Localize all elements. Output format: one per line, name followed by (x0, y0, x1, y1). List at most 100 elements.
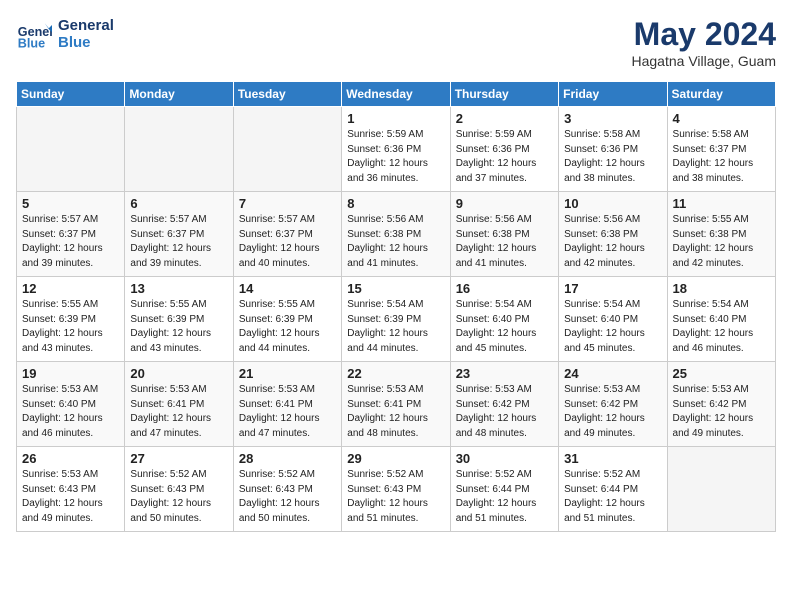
day-number: 24 (564, 366, 661, 381)
day-info: Sunrise: 5:56 AMSunset: 6:38 PMDaylight:… (347, 213, 444, 271)
logo-blue: Blue (58, 34, 114, 51)
calendar-cell: 31Sunrise: 5:52 AMSunset: 6:44 PMDayligh… (559, 447, 667, 532)
calendar-cell (17, 107, 125, 192)
calendar-cell: 22 Sunrise: 5:53 AMSunset: 6:41 PMDayligh… (342, 362, 450, 447)
day-number: 23 (456, 366, 553, 381)
calendar-cell: 9 Sunrise: 5:56 AMSunset: 6:38 PMDaylight… (450, 192, 558, 277)
calendar-cell: 27 Sunrise: 5:52 AMSunset: 6:43 PMDayligh… (125, 447, 233, 532)
day-info: Sunrise: 5:54 AMSunset: 6:39 PMDaylight:… (347, 298, 444, 356)
calendar-cell (125, 107, 233, 192)
weekday-header-wednesday: Wednesday (342, 82, 450, 107)
day-number: 17 (564, 281, 661, 296)
day-number: 30 (456, 451, 553, 466)
day-number: 7 (239, 196, 336, 211)
day-info: Sunrise: 5:57 AMSunset: 6:37 PMDaylight:… (22, 213, 119, 271)
calendar-cell: 6 Sunrise: 5:57 AMSunset: 6:37 PMDaylight… (125, 192, 233, 277)
day-number: 25 (673, 366, 770, 381)
svg-text:Blue: Blue (18, 37, 45, 51)
day-info: Sunrise: 5:55 AMSunset: 6:39 PMDaylight:… (239, 298, 336, 356)
day-info: Sunrise: 5:59 AMSunset: 6:36 PMDaylight:… (347, 128, 444, 186)
day-number: 22 (347, 366, 444, 381)
day-number: 18 (673, 281, 770, 296)
day-info: Sunrise: 5:53 AMSunset: 6:42 PMDaylight:… (673, 383, 770, 441)
calendar-week-row: 26 Sunrise: 5:53 AMSunset: 6:43 PMDayligh… (17, 447, 776, 532)
day-info: Sunrise: 5:54 AMSunset: 6:40 PMDaylight:… (564, 298, 661, 356)
day-number: 13 (130, 281, 227, 296)
day-number: 6 (130, 196, 227, 211)
calendar-cell: 3 Sunrise: 5:58 AMSunset: 6:36 PMDaylight… (559, 107, 667, 192)
day-info: Sunrise: 5:52 AMSunset: 6:43 PMDaylight:… (347, 468, 444, 526)
day-info: Sunrise: 5:59 AMSunset: 6:36 PMDaylight:… (456, 128, 553, 186)
day-number: 3 (564, 111, 661, 126)
calendar-cell: 5 Sunrise: 5:57 AMSunset: 6:37 PMDaylight… (17, 192, 125, 277)
weekday-header-sunday: Sunday (17, 82, 125, 107)
calendar-cell (233, 107, 341, 192)
day-info: Sunrise: 5:53 AMSunset: 6:41 PMDaylight:… (130, 383, 227, 441)
day-info: Sunrise: 5:57 AMSunset: 6:37 PMDaylight:… (239, 213, 336, 271)
calendar-cell: 4 Sunrise: 5:58 AMSunset: 6:37 PMDaylight… (667, 107, 775, 192)
calendar-cell: 18 Sunrise: 5:54 AMSunset: 6:40 PMDayligh… (667, 277, 775, 362)
calendar-week-row: 12 Sunrise: 5:55 AMSunset: 6:39 PMDayligh… (17, 277, 776, 362)
day-info: Sunrise: 5:52 AMSunset: 6:43 PMDaylight:… (130, 468, 227, 526)
day-info: Sunrise: 5:55 AMSunset: 6:39 PMDaylight:… (130, 298, 227, 356)
day-info: Sunrise: 5:54 AMSunset: 6:40 PMDaylight:… (673, 298, 770, 356)
day-number: 19 (22, 366, 119, 381)
calendar-cell: 20Sunrise: 5:53 AMSunset: 6:41 PMDayligh… (125, 362, 233, 447)
day-number: 11 (673, 196, 770, 211)
weekday-header-tuesday: Tuesday (233, 82, 341, 107)
day-info: Sunrise: 5:58 AMSunset: 6:37 PMDaylight:… (673, 128, 770, 186)
day-number: 26 (22, 451, 119, 466)
calendar-cell: 2 Sunrise: 5:59 AMSunset: 6:36 PMDaylight… (450, 107, 558, 192)
day-info: Sunrise: 5:56 AMSunset: 6:38 PMDaylight:… (564, 213, 661, 271)
day-info: Sunrise: 5:56 AMSunset: 6:38 PMDaylight:… (456, 213, 553, 271)
calendar-cell: 13 Sunrise: 5:55 AMSunset: 6:39 PMDayligh… (125, 277, 233, 362)
calendar-cell: 15 Sunrise: 5:54 AMSunset: 6:39 PMDayligh… (342, 277, 450, 362)
day-number: 15 (347, 281, 444, 296)
calendar-cell: 12Sunrise: 5:55 AMSunset: 6:39 PMDayligh… (17, 277, 125, 362)
day-info: Sunrise: 5:55 AMSunset: 6:38 PMDaylight:… (673, 213, 770, 271)
calendar-cell: 1Sunrise: 5:59 AMSunset: 6:36 PMDaylight… (342, 107, 450, 192)
calendar-cell: 10Sunrise: 5:56 AMSunset: 6:38 PMDayligh… (559, 192, 667, 277)
title-block: May 2024 Hagatna Village, Guam (632, 16, 777, 69)
day-number: 12 (22, 281, 119, 296)
weekday-header-friday: Friday (559, 82, 667, 107)
day-number: 2 (456, 111, 553, 126)
calendar-cell: 19Sunrise: 5:53 AMSunset: 6:40 PMDayligh… (17, 362, 125, 447)
calendar-cell: 25 Sunrise: 5:53 AMSunset: 6:42 PMDayligh… (667, 362, 775, 447)
day-info: Sunrise: 5:52 AMSunset: 6:44 PMDaylight:… (564, 468, 661, 526)
calendar-cell: 16Sunrise: 5:54 AMSunset: 6:40 PMDayligh… (450, 277, 558, 362)
day-info: Sunrise: 5:53 AMSunset: 6:41 PMDaylight:… (347, 383, 444, 441)
day-number: 27 (130, 451, 227, 466)
logo-general: General (58, 17, 114, 34)
calendar-cell: 23 Sunrise: 5:53 AMSunset: 6:42 PMDayligh… (450, 362, 558, 447)
location-subtitle: Hagatna Village, Guam (632, 53, 777, 69)
day-info: Sunrise: 5:53 AMSunset: 6:43 PMDaylight:… (22, 468, 119, 526)
day-number: 21 (239, 366, 336, 381)
calendar-cell: 21 Sunrise: 5:53 AMSunset: 6:41 PMDayligh… (233, 362, 341, 447)
calendar-cell (667, 447, 775, 532)
logo-icon: General Blue (16, 16, 52, 52)
calendar-cell: 17 Sunrise: 5:54 AMSunset: 6:40 PMDayligh… (559, 277, 667, 362)
day-number: 16 (456, 281, 553, 296)
page-header: General Blue General Blue May 2024 Hagat… (16, 16, 776, 69)
logo: General Blue General Blue (16, 16, 114, 52)
day-info: Sunrise: 5:58 AMSunset: 6:36 PMDaylight:… (564, 128, 661, 186)
day-info: Sunrise: 5:52 AMSunset: 6:43 PMDaylight:… (239, 468, 336, 526)
calendar-cell: 28Sunrise: 5:52 AMSunset: 6:43 PMDayligh… (233, 447, 341, 532)
month-title: May 2024 (632, 16, 777, 53)
calendar-cell: 30Sunrise: 5:52 AMSunset: 6:44 PMDayligh… (450, 447, 558, 532)
calendar-cell: 26 Sunrise: 5:53 AMSunset: 6:43 PMDayligh… (17, 447, 125, 532)
day-number: 14 (239, 281, 336, 296)
day-info: Sunrise: 5:53 AMSunset: 6:42 PMDaylight:… (456, 383, 553, 441)
day-number: 9 (456, 196, 553, 211)
day-number: 4 (673, 111, 770, 126)
calendar-week-row: 19Sunrise: 5:53 AMSunset: 6:40 PMDayligh… (17, 362, 776, 447)
day-info: Sunrise: 5:53 AMSunset: 6:41 PMDaylight:… (239, 383, 336, 441)
day-info: Sunrise: 5:57 AMSunset: 6:37 PMDaylight:… (130, 213, 227, 271)
calendar-week-row: 5 Sunrise: 5:57 AMSunset: 6:37 PMDaylight… (17, 192, 776, 277)
weekday-header-saturday: Saturday (667, 82, 775, 107)
weekday-header-monday: Monday (125, 82, 233, 107)
weekday-header-row: SundayMondayTuesdayWednesdayThursdayFrid… (17, 82, 776, 107)
day-number: 5 (22, 196, 119, 211)
calendar-week-row: 1Sunrise: 5:59 AMSunset: 6:36 PMDaylight… (17, 107, 776, 192)
